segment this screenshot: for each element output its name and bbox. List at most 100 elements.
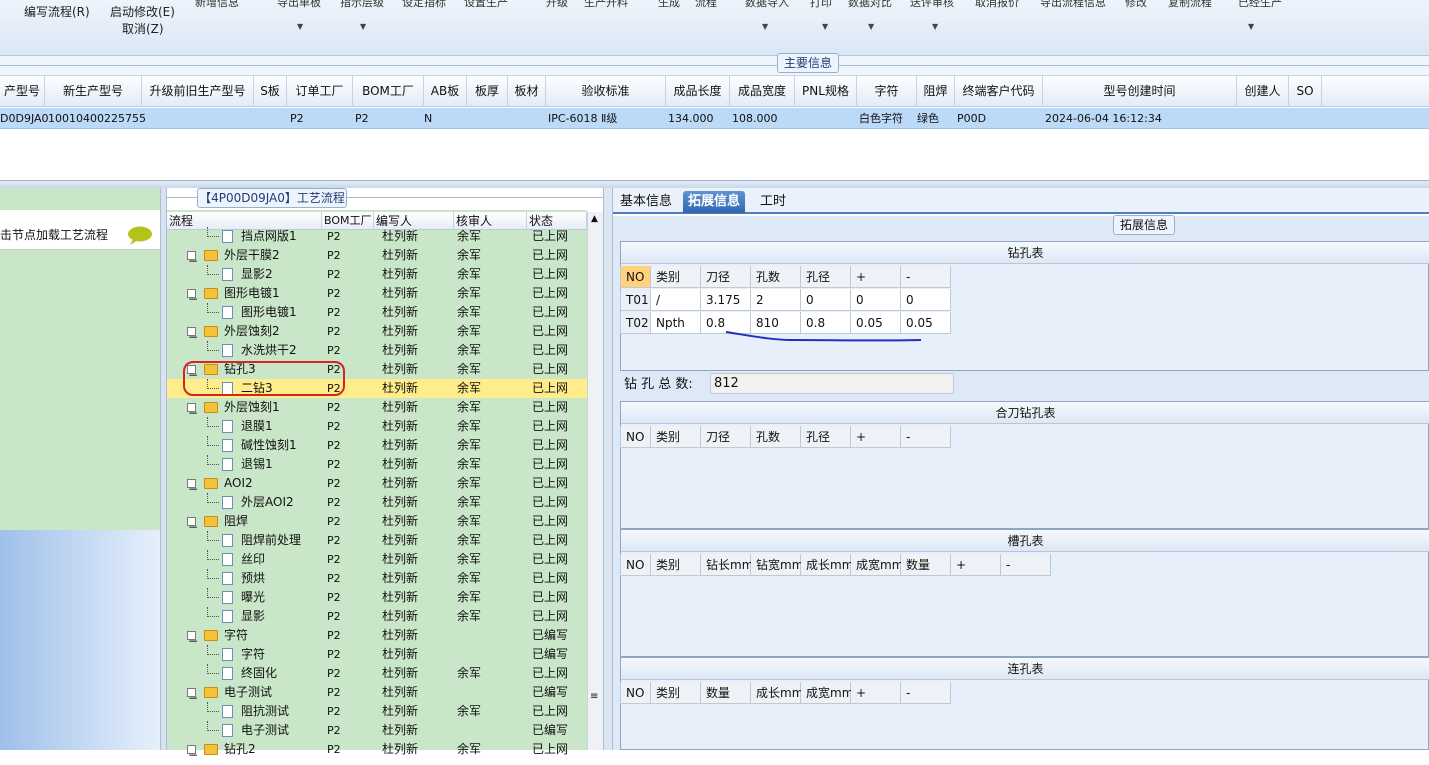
horizontal-splitter[interactable]: [0, 180, 1429, 188]
tree-row[interactable]: 电子测试 P2 杜列新 已编写: [167, 721, 587, 740]
collapse-toggle-icon[interactable]: −: [187, 688, 198, 705]
chevron-down-icon[interactable]: ▼: [1248, 22, 1254, 31]
column-header[interactable]: +: [951, 554, 1001, 576]
column-header[interactable]: BOM工厂: [353, 76, 424, 107]
table-cell[interactable]: /: [651, 289, 701, 311]
chevron-down-icon[interactable]: ▼: [297, 22, 303, 31]
tree-row[interactable]: 水洗烘干2 P2 杜列新 余军 已上网: [167, 341, 587, 360]
collapse-toggle-icon[interactable]: −: [187, 327, 198, 344]
toolbar-cut-label[interactable]: 导出单板: [277, 0, 321, 10]
tree-row[interactable]: − 字符 P2 杜列新 已编写: [167, 626, 587, 648]
toolbar-cut-label[interactable]: 新增信息: [195, 0, 239, 10]
column-header[interactable]: 数量: [901, 554, 951, 576]
column-header[interactable]: 数量: [701, 682, 751, 704]
tree-row[interactable]: 外层AOI2 P2 杜列新 余军 已上网: [167, 493, 587, 512]
column-header[interactable]: 成宽mm: [851, 554, 903, 576]
table-cell[interactable]: T01: [620, 289, 651, 311]
column-header[interactable]: +: [851, 426, 901, 448]
toolbar-cut-label[interactable]: 打印: [810, 0, 832, 10]
column-header[interactable]: -: [901, 426, 951, 448]
toolbar-cut-label[interactable]: 送评审核: [910, 0, 954, 10]
tree-row[interactable]: 挡点网版1 P2 杜列新 余军 已上网: [167, 227, 587, 246]
collapse-toggle-icon[interactable]: −: [187, 517, 198, 534]
column-header[interactable]: 新生产型号: [45, 76, 142, 107]
table-cell[interactable]: Npth: [651, 312, 701, 334]
toolbar-cut-label[interactable]: 设置生产: [464, 0, 508, 10]
toolbar-cut-label[interactable]: 已经生产: [1238, 0, 1282, 10]
column-header[interactable]: 终端客户代码: [955, 76, 1043, 107]
column-header[interactable]: NO: [620, 426, 651, 448]
vertical-splitter[interactable]: [603, 188, 613, 750]
column-header[interactable]: AB板: [424, 76, 467, 107]
column-header[interactable]: -: [901, 266, 951, 288]
toolbar-cut-label[interactable]: 指示层级: [340, 0, 384, 10]
chevron-down-icon[interactable]: ▼: [762, 22, 768, 31]
scroll-grip-icon[interactable]: ≡: [590, 692, 598, 702]
vertical-splitter[interactable]: [160, 188, 167, 750]
table-cell[interactable]: 2: [751, 289, 801, 311]
toolbar-cut-label[interactable]: 生成: [658, 0, 680, 10]
collapse-toggle-icon[interactable]: −: [187, 631, 198, 648]
column-header[interactable]: -: [901, 682, 951, 704]
column-header[interactable]: 字符: [857, 76, 917, 107]
column-header[interactable]: 升级前旧生产型号: [142, 76, 254, 107]
column-header[interactable]: PNL规格: [795, 76, 857, 107]
edit-flow-button[interactable]: 编写流程(R): [24, 3, 90, 20]
column-header[interactable]: 类别: [651, 682, 701, 704]
toolbar-cut-label[interactable]: 数据导入: [745, 0, 789, 10]
column-header[interactable]: +: [851, 682, 901, 704]
tree-row[interactable]: 退锡1 P2 杜列新 余军 已上网: [167, 455, 587, 474]
collapse-toggle-icon[interactable]: −: [187, 479, 198, 496]
column-header[interactable]: SO: [1289, 76, 1322, 107]
toolbar-cut-label[interactable]: 导出流程信息: [1040, 0, 1106, 10]
toolbar-cut-label[interactable]: 修改: [1125, 0, 1147, 10]
column-header[interactable]: 类别: [651, 554, 701, 576]
column-header[interactable]: NO: [620, 266, 651, 288]
tree-row[interactable]: − 外层蚀刻2 P2 杜列新 余军 已上网: [167, 322, 587, 344]
tree-row[interactable]: − 外层蚀刻1 P2 杜列新 余军 已上网: [167, 398, 587, 420]
table-cell[interactable]: 0: [901, 289, 951, 311]
tree-row[interactable]: 曝光 P2 杜列新 余军 已上网: [167, 588, 587, 607]
column-header[interactable]: 孔数: [751, 266, 801, 288]
column-header[interactable]: 阻焊: [917, 76, 955, 107]
tree-row[interactable]: 显影2 P2 杜列新 余军 已上网: [167, 265, 587, 284]
column-header[interactable]: 成宽mm: [801, 682, 853, 704]
column-header[interactable]: 孔径: [801, 266, 851, 288]
toolbar-cut-label[interactable]: 数据对比: [848, 0, 892, 10]
table-cell[interactable]: 0: [801, 289, 851, 311]
column-header[interactable]: 验收标准: [546, 76, 666, 107]
tree-row[interactable]: 退膜1 P2 杜列新 余军 已上网: [167, 417, 587, 436]
column-header[interactable]: -: [1001, 554, 1051, 576]
vertical-scrollbar[interactable]: ▲ ≡: [587, 212, 603, 750]
column-header[interactable]: 成长mm: [751, 682, 803, 704]
start-modify-button[interactable]: 启动修改(E): [110, 3, 175, 20]
column-header[interactable]: 孔数: [751, 426, 801, 448]
column-header[interactable]: 孔径: [801, 426, 851, 448]
tree-row[interactable]: 碱性蚀刻1 P2 杜列新 余军 已上网: [167, 436, 587, 455]
table-row[interactable]: D0D9JA0 10010400225755 P2 P2 N IPC-6018 …: [0, 108, 1429, 129]
collapse-toggle-icon[interactable]: −: [187, 289, 198, 306]
column-header[interactable]: 创建人: [1237, 76, 1289, 107]
chevron-down-icon[interactable]: ▼: [360, 22, 366, 31]
toolbar-cut-label[interactable]: 复制流程: [1168, 0, 1212, 10]
column-header[interactable]: S板: [254, 76, 287, 107]
chevron-down-icon[interactable]: ▼: [822, 22, 828, 31]
tree-row[interactable]: − 阻焊 P2 杜列新 余军 已上网: [167, 512, 587, 534]
tree-row[interactable]: − 外层干膜2 P2 杜列新 余军 已上网: [167, 246, 587, 268]
toolbar-cut-label[interactable]: 升级: [546, 0, 568, 10]
tree-row[interactable]: 阻焊前处理 P2 杜列新 余军 已上网: [167, 531, 587, 550]
scroll-up-icon[interactable]: ▲: [591, 214, 598, 224]
chevron-down-icon[interactable]: ▼: [868, 22, 874, 31]
column-header[interactable]: 成品长度: [666, 76, 730, 107]
tree-row[interactable]: − 图形电镀1 P2 杜列新 余军 已上网: [167, 284, 587, 306]
tree-row[interactable]: 丝印 P2 杜列新 余军 已上网: [167, 550, 587, 569]
tab-work-hours[interactable]: 工时: [755, 191, 791, 213]
toolbar-cut-label[interactable]: 生产开料: [584, 0, 628, 10]
tree-row[interactable]: 显影 P2 杜列新 余军 已上网: [167, 607, 587, 626]
tree-row[interactable]: − 电子测试 P2 杜列新 已编写: [167, 683, 587, 705]
column-header[interactable]: 钻长mm: [701, 554, 753, 576]
table-cell[interactable]: T02: [620, 312, 651, 334]
drill-total-field[interactable]: 812: [710, 373, 954, 394]
tab-basic-info[interactable]: 基本信息: [615, 191, 677, 213]
column-header[interactable]: 类别: [651, 266, 701, 288]
